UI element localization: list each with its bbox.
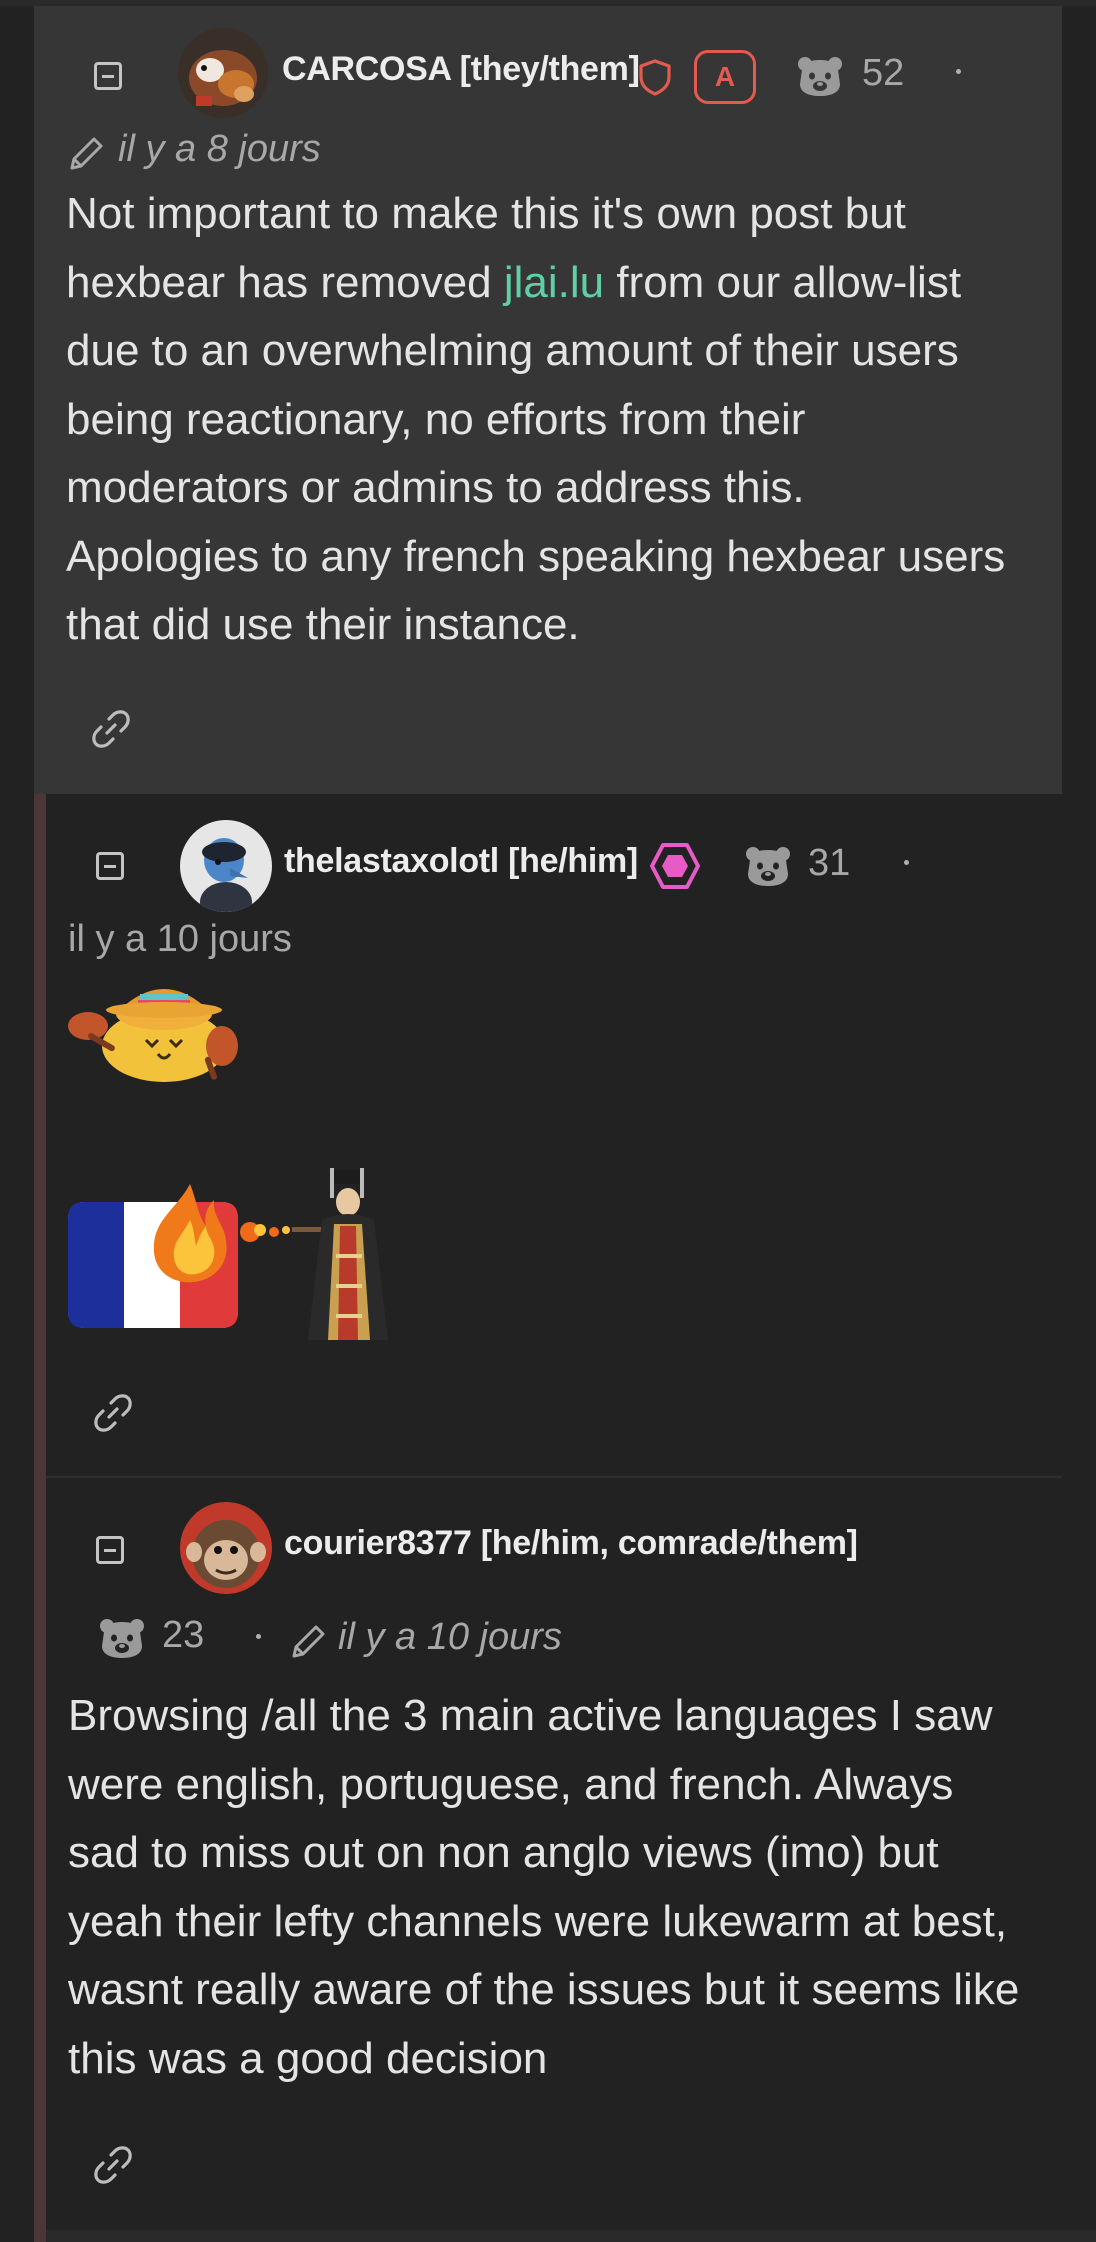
username[interactable]: thelastaxolotl [he/him] [284, 842, 638, 881]
timestamp[interactable]: il y a 10 jours [68, 918, 292, 961]
body-line: were english, portuguese, and french. Al… [68, 1759, 954, 1809]
emoji-taco-maracas [66, 968, 242, 1084]
score: 23 [162, 1614, 205, 1656]
separator-dot [904, 860, 909, 865]
score: 31 [808, 842, 851, 884]
moderator-shield-icon [638, 58, 672, 96]
edited-pencil-icon [66, 134, 106, 174]
body-line: wasnt really aware of the issues but it … [68, 1965, 1020, 2014]
body-text-fragment: hexbear has removed [66, 257, 504, 307]
body-line: sad to miss out on non anglo views (imo)… [68, 1828, 939, 1877]
avatar[interactable] [180, 1502, 272, 1594]
timestamp[interactable]: il y a 10 jours [338, 1616, 562, 1659]
thread-indent-line[interactable] [34, 794, 46, 2242]
admin-badge: A [694, 50, 756, 104]
body-line: Browsing /all the 3 main active language… [68, 1691, 993, 1740]
comment-body: Browsing /all the 3 main active language… [68, 1682, 1019, 2093]
timestamp[interactable]: il y a 8 jours [118, 128, 321, 171]
comment-thread: CARCOSA [they/them] A 52 il y a 8 jours … [0, 0, 1096, 2242]
body-line: due to an overwhelming amount of their u… [66, 326, 959, 375]
body-line: hexbear has removed jlai.lu from our all… [66, 249, 1005, 318]
body-line: that did use their instance. [66, 600, 580, 649]
bear-score-icon[interactable] [796, 56, 844, 98]
emoji-french-flag-fire [66, 1180, 242, 1332]
body-line: yeah their lefty channels were lukewarm … [68, 1896, 1008, 1946]
comment-divider [46, 1476, 1062, 1478]
comment-body: Not important to make this it's own post… [66, 180, 1005, 660]
score: 52 [862, 52, 905, 94]
bear-score-icon[interactable] [98, 1618, 146, 1660]
pink-hexagon-icon [650, 842, 700, 890]
permalink-icon[interactable] [90, 1390, 136, 1436]
collapse-icon[interactable] [94, 62, 122, 90]
body-line: this was a good decision [68, 2033, 548, 2083]
instance-link[interactable]: jlai.lu [504, 258, 604, 307]
body-line: being reactionary, no efforts from their [66, 394, 806, 444]
bottom-edge [46, 2230, 1096, 2242]
collapse-icon[interactable] [96, 852, 124, 880]
body-text-fragment: from our allow-list [604, 257, 962, 307]
avatar[interactable] [178, 28, 268, 118]
collapse-icon[interactable] [96, 1536, 124, 1564]
body-line: moderators or admins to address this. [66, 463, 805, 512]
emoji-emperor-flamethrower [238, 1164, 418, 1346]
body-line: Apologies to any french speaking hexbear… [66, 531, 1006, 581]
separator-dot [956, 69, 961, 74]
username[interactable]: courier8377 [he/him, comrade/them] [284, 1524, 858, 1563]
avatar[interactable] [180, 820, 272, 912]
username[interactable]: CARCOSA [they/them] [282, 50, 640, 89]
permalink-icon[interactable] [88, 706, 134, 752]
permalink-icon[interactable] [90, 2142, 136, 2188]
body-line: Not important to make this it's own post… [66, 189, 906, 238]
separator-dot [256, 1634, 261, 1639]
bear-score-icon[interactable] [744, 846, 792, 888]
edited-pencil-icon [288, 1622, 328, 1662]
